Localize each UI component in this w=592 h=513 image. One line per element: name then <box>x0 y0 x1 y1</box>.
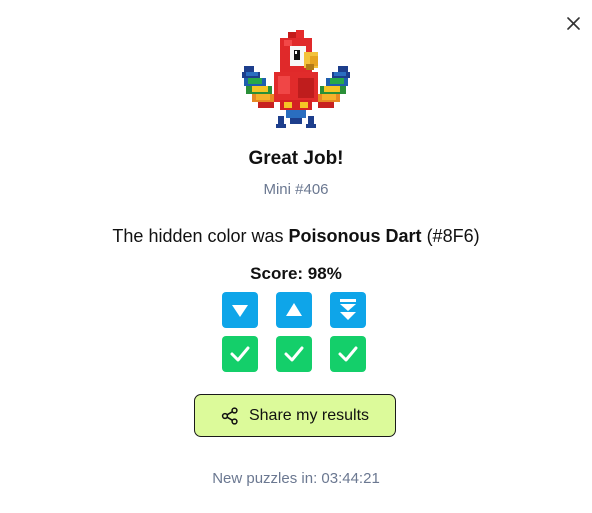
hint-row <box>222 292 366 328</box>
arrow-up-icon <box>286 303 302 316</box>
hidden-color-code: (#8F6) <box>426 226 480 246</box>
result-row <box>222 336 366 372</box>
hidden-color-name: Poisonous Dart <box>288 226 422 246</box>
correct-tile <box>222 336 258 372</box>
double-arrow-down-icon <box>340 299 356 320</box>
check-icon <box>338 346 358 362</box>
hint-tile <box>276 292 312 328</box>
share-results-button[interactable]: Share my results <box>194 394 396 437</box>
correct-tile <box>276 336 312 372</box>
correct-tile <box>330 336 366 372</box>
share-button-label: Share my results <box>248 406 370 424</box>
countdown-text: New puzzles in: 03:44:21 <box>212 470 380 487</box>
hint-tile <box>330 292 366 328</box>
guess-grid <box>222 292 366 380</box>
puzzle-number: Mini #406 <box>263 181 329 198</box>
arrow-down-icon <box>232 305 248 317</box>
check-icon <box>230 346 250 362</box>
hidden-color-prefix: The hidden color was <box>112 226 289 246</box>
check-icon <box>284 346 304 362</box>
close-button[interactable] <box>562 12 584 34</box>
share-icon <box>221 406 238 425</box>
close-icon <box>566 16 580 30</box>
results-modal: Great Job! Mini #406 The hidden color wa… <box>0 0 592 513</box>
result-title: Great Job! <box>248 148 344 169</box>
hidden-color-text: The hidden color was Poisonous Dart (#8F… <box>0 226 592 247</box>
score-label: Score: 98% <box>250 264 342 283</box>
hint-tile <box>222 292 258 328</box>
parrot-icon <box>242 30 350 128</box>
